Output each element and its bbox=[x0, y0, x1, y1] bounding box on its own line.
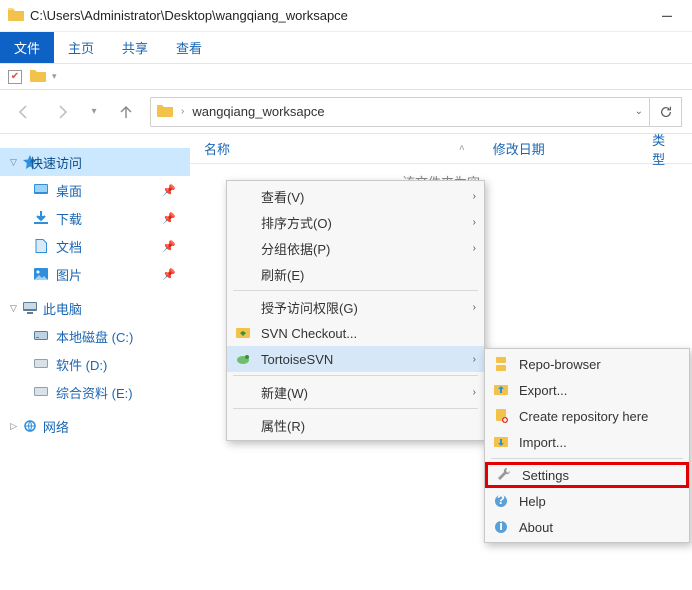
create-repo-icon bbox=[493, 408, 509, 424]
refresh-button[interactable] bbox=[650, 97, 682, 127]
chevron-down-icon[interactable]: ▾ bbox=[52, 71, 57, 82]
menu-share[interactable]: 共享 bbox=[108, 32, 162, 63]
column-headers: 名称 ˄ 修改日期 类型 bbox=[190, 134, 692, 164]
checkbox-toggle[interactable]: ✔ bbox=[8, 70, 22, 84]
ctx-settings[interactable]: Settings bbox=[485, 462, 689, 488]
separator bbox=[233, 290, 478, 291]
pin-icon: 📌 bbox=[162, 268, 176, 281]
sidebar-item-desktop[interactable]: 桌面 📌 bbox=[0, 176, 190, 204]
ctx-sort[interactable]: 排序方式(O)› bbox=[227, 209, 484, 235]
chevron-right-icon: › bbox=[473, 191, 476, 202]
sidebar-drive-d[interactable]: 软件 (D:) bbox=[0, 350, 190, 378]
sidebar-drive-c[interactable]: 本地磁盘 (C:) bbox=[0, 322, 190, 350]
ctx-properties[interactable]: 属性(R) bbox=[227, 412, 484, 438]
document-icon bbox=[34, 239, 48, 253]
ctx-group[interactable]: 分组依据(P)› bbox=[227, 235, 484, 261]
ctx-create-repo[interactable]: Create repository here bbox=[485, 403, 689, 429]
ctx-svn-checkout[interactable]: SVN Checkout... bbox=[227, 320, 484, 346]
chevron-right-icon: › bbox=[473, 387, 476, 398]
chevron-right-icon: › bbox=[473, 354, 476, 365]
sidebar-network-header[interactable]: ▽ 网络 bbox=[0, 412, 190, 440]
pin-icon: 📌 bbox=[162, 212, 176, 225]
drive-icon bbox=[34, 385, 48, 399]
repo-browser-icon bbox=[493, 356, 509, 372]
svg-text:?: ? bbox=[497, 494, 505, 507]
column-header-date[interactable]: 修改日期 bbox=[479, 139, 638, 158]
ctx-about[interactable]: i About bbox=[485, 514, 689, 540]
context-menu-primary: 查看(V)› 排序方式(O)› 分组依据(P)› 刷新(E) 授予访问权限(G)… bbox=[226, 180, 485, 441]
ctx-repo-browser[interactable]: Repo-browser bbox=[485, 351, 689, 377]
pc-icon bbox=[23, 301, 37, 315]
ctx-help[interactable]: ? Help bbox=[485, 488, 689, 514]
context-menu-tortoisesvn: Repo-browser Export... Create repository… bbox=[484, 348, 690, 543]
pin-icon: 📌 bbox=[162, 240, 176, 253]
breadcrumb-item[interactable]: wangqiang_worksapce bbox=[192, 104, 324, 119]
chevron-right-icon: › bbox=[473, 217, 476, 228]
recent-dropdown[interactable]: ▾ bbox=[86, 98, 102, 126]
ctx-view[interactable]: 查看(V)› bbox=[227, 183, 484, 209]
nav-up-button[interactable] bbox=[112, 98, 140, 126]
menubar: 文件 主页 共享 查看 bbox=[0, 32, 692, 64]
wrench-icon bbox=[496, 467, 512, 483]
chevron-right-icon: › bbox=[473, 243, 476, 254]
chevron-right-icon: › bbox=[473, 302, 476, 313]
sort-indicator-icon: ˄ bbox=[459, 143, 465, 154]
sidebar-item-pictures[interactable]: 图片 📌 bbox=[0, 260, 190, 288]
sidebar-drive-e[interactable]: 综合资料 (E:) bbox=[0, 378, 190, 406]
ctx-export[interactable]: Export... bbox=[485, 377, 689, 403]
ctx-refresh[interactable]: 刷新(E) bbox=[227, 261, 484, 287]
nav-back-button[interactable] bbox=[10, 98, 38, 126]
column-header-name[interactable]: 名称 ˄ bbox=[190, 139, 479, 158]
help-icon: ? bbox=[493, 493, 509, 509]
import-icon bbox=[493, 434, 509, 450]
pin-icon: 📌 bbox=[162, 184, 176, 197]
export-icon bbox=[493, 382, 509, 398]
menu-home[interactable]: 主页 bbox=[54, 32, 108, 63]
separator bbox=[491, 458, 683, 459]
chevron-right-icon: › bbox=[181, 106, 184, 117]
svn-checkout-icon bbox=[235, 325, 251, 341]
svg-text:i: i bbox=[499, 520, 503, 533]
address-bar[interactable]: › wangqiang_worksapce ⌄ bbox=[150, 97, 650, 127]
ctx-tortoisesvn[interactable]: TortoiseSVN› bbox=[227, 346, 484, 372]
ctx-new[interactable]: 新建(W)› bbox=[227, 379, 484, 405]
desktop-icon bbox=[34, 183, 48, 197]
chevron-down-icon[interactable]: ⌄ bbox=[635, 106, 643, 117]
window-title-path: C:\Users\Administrator\Desktop\wangqiang… bbox=[30, 8, 650, 23]
column-header-type[interactable]: 类型 bbox=[638, 130, 692, 168]
tortoisesvn-icon bbox=[235, 351, 251, 367]
folder-icon bbox=[157, 103, 173, 120]
sidebar-this-pc-header[interactable]: ▽ 此电脑 bbox=[0, 294, 190, 322]
pictures-icon bbox=[34, 267, 48, 281]
separator bbox=[233, 408, 478, 409]
sidebar-item-downloads[interactable]: 下载 📌 bbox=[0, 204, 190, 232]
ctx-grant-access[interactable]: 授予访问权限(G)› bbox=[227, 294, 484, 320]
drive-icon bbox=[34, 357, 48, 371]
folder-icon bbox=[30, 68, 46, 85]
sidebar-item-documents[interactable]: 文档 📌 bbox=[0, 232, 190, 260]
folder-icon bbox=[8, 7, 24, 24]
separator bbox=[233, 375, 478, 376]
sidebar: ▽ 快速访问 桌面 📌 下载 📌 文档 📌 图片 📌 bbox=[0, 134, 190, 560]
download-icon bbox=[34, 211, 48, 225]
nav-forward-button[interactable] bbox=[48, 98, 76, 126]
network-icon bbox=[23, 419, 37, 433]
minimize-button[interactable]: – bbox=[650, 5, 684, 26]
drive-icon bbox=[34, 329, 48, 343]
menu-view[interactable]: 查看 bbox=[162, 32, 216, 63]
info-icon: i bbox=[493, 519, 509, 535]
menu-file[interactable]: 文件 bbox=[0, 32, 54, 63]
ctx-import[interactable]: Import... bbox=[485, 429, 689, 455]
